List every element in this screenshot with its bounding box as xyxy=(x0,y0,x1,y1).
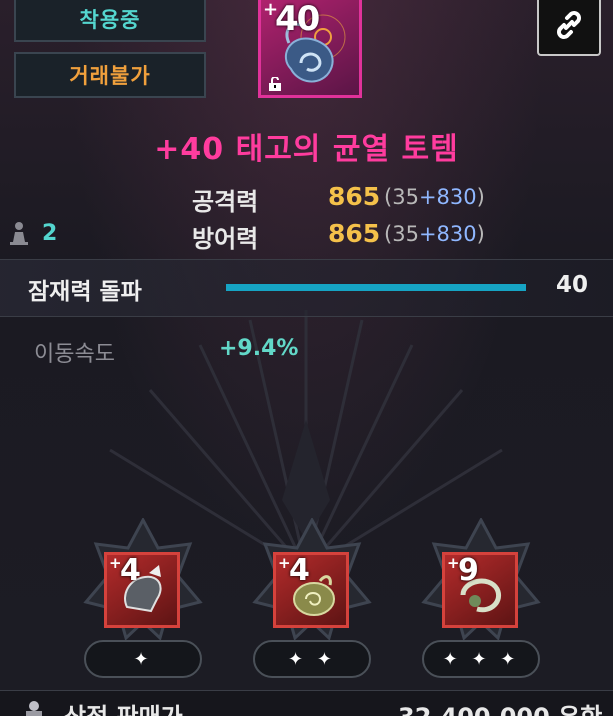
gem-level: 4 xyxy=(289,553,310,588)
gem-level: 4 xyxy=(120,553,141,588)
stat-attack: 공격력 865 (35+830) xyxy=(0,182,613,218)
movement-speed-row: 이동속도 +9.4% xyxy=(0,336,613,367)
lock-icon xyxy=(269,77,281,91)
sell-price-label: 상점 판매가 xyxy=(64,697,183,716)
stat-bonus: +830 xyxy=(418,185,477,209)
rank-indicator: 2 xyxy=(8,220,57,246)
stat-name: 방어력 xyxy=(192,225,259,253)
stat-breakdown: (35+830) xyxy=(384,222,485,246)
limit-break-row: 잠재력 돌파 40 xyxy=(0,259,613,317)
stat-value: 865 xyxy=(328,219,381,248)
sell-price-row: 상점 판매가 32,400,000 유한 xyxy=(0,690,613,716)
limit-break-value: 40 xyxy=(556,272,589,298)
pawn-icon xyxy=(10,222,28,245)
gem-icon: + 4 xyxy=(104,552,180,628)
untradable-badge: 거래불가 xyxy=(14,52,206,98)
paren-open: ( xyxy=(384,222,393,246)
gem-stars: ✦ xyxy=(84,640,202,678)
enhance-level: 40 xyxy=(275,0,320,39)
link-button[interactable] xyxy=(537,0,601,56)
rank-value: 2 xyxy=(42,220,58,246)
gem-stars: ✦ ✦ xyxy=(253,640,371,678)
movement-speed-label: 이동속도 xyxy=(34,342,115,367)
gem-icon: + 9 xyxy=(442,552,518,628)
equipped-badge: 착용중 xyxy=(14,0,206,42)
item-title: +40 태고의 균열 토템 xyxy=(154,132,459,167)
gem-slot-1[interactable]: + 4 ✦ xyxy=(82,518,204,688)
stat-value: 865 xyxy=(328,182,381,211)
gem-level: 9 xyxy=(458,553,479,588)
paren-close: ) xyxy=(476,222,485,246)
limit-break-progress-fill xyxy=(226,284,526,291)
stat-name: 공격력 xyxy=(192,188,259,216)
limit-break-label: 잠재력 돌파 xyxy=(28,279,142,305)
stat-base: 35 xyxy=(392,222,419,246)
stat-base: 35 xyxy=(392,185,419,209)
gem-stars: ✦ ✦ ✦ xyxy=(422,640,540,678)
link-icon xyxy=(557,11,581,39)
sell-price-value: 32,400,000 유한 xyxy=(398,697,602,716)
gem-slot-3[interactable]: + 9 ✦ ✦ ✦ xyxy=(420,518,542,688)
gem-slot-2[interactable]: + 4 ✦ ✦ xyxy=(251,518,373,688)
limit-break-progress xyxy=(226,284,526,291)
coin-icon xyxy=(26,701,42,716)
paren-open: ( xyxy=(384,185,393,209)
gem-icon: + 4 xyxy=(273,552,349,628)
totem-icon[interactable]: + 40 xyxy=(258,0,362,98)
paren-close: ) xyxy=(476,185,485,209)
stat-breakdown: (35+830) xyxy=(384,185,485,209)
stat-bonus: +830 xyxy=(418,222,477,246)
movement-speed-value: +9.4% xyxy=(219,336,299,361)
stat-defense: 방어력 865 (35+830) xyxy=(0,219,613,255)
